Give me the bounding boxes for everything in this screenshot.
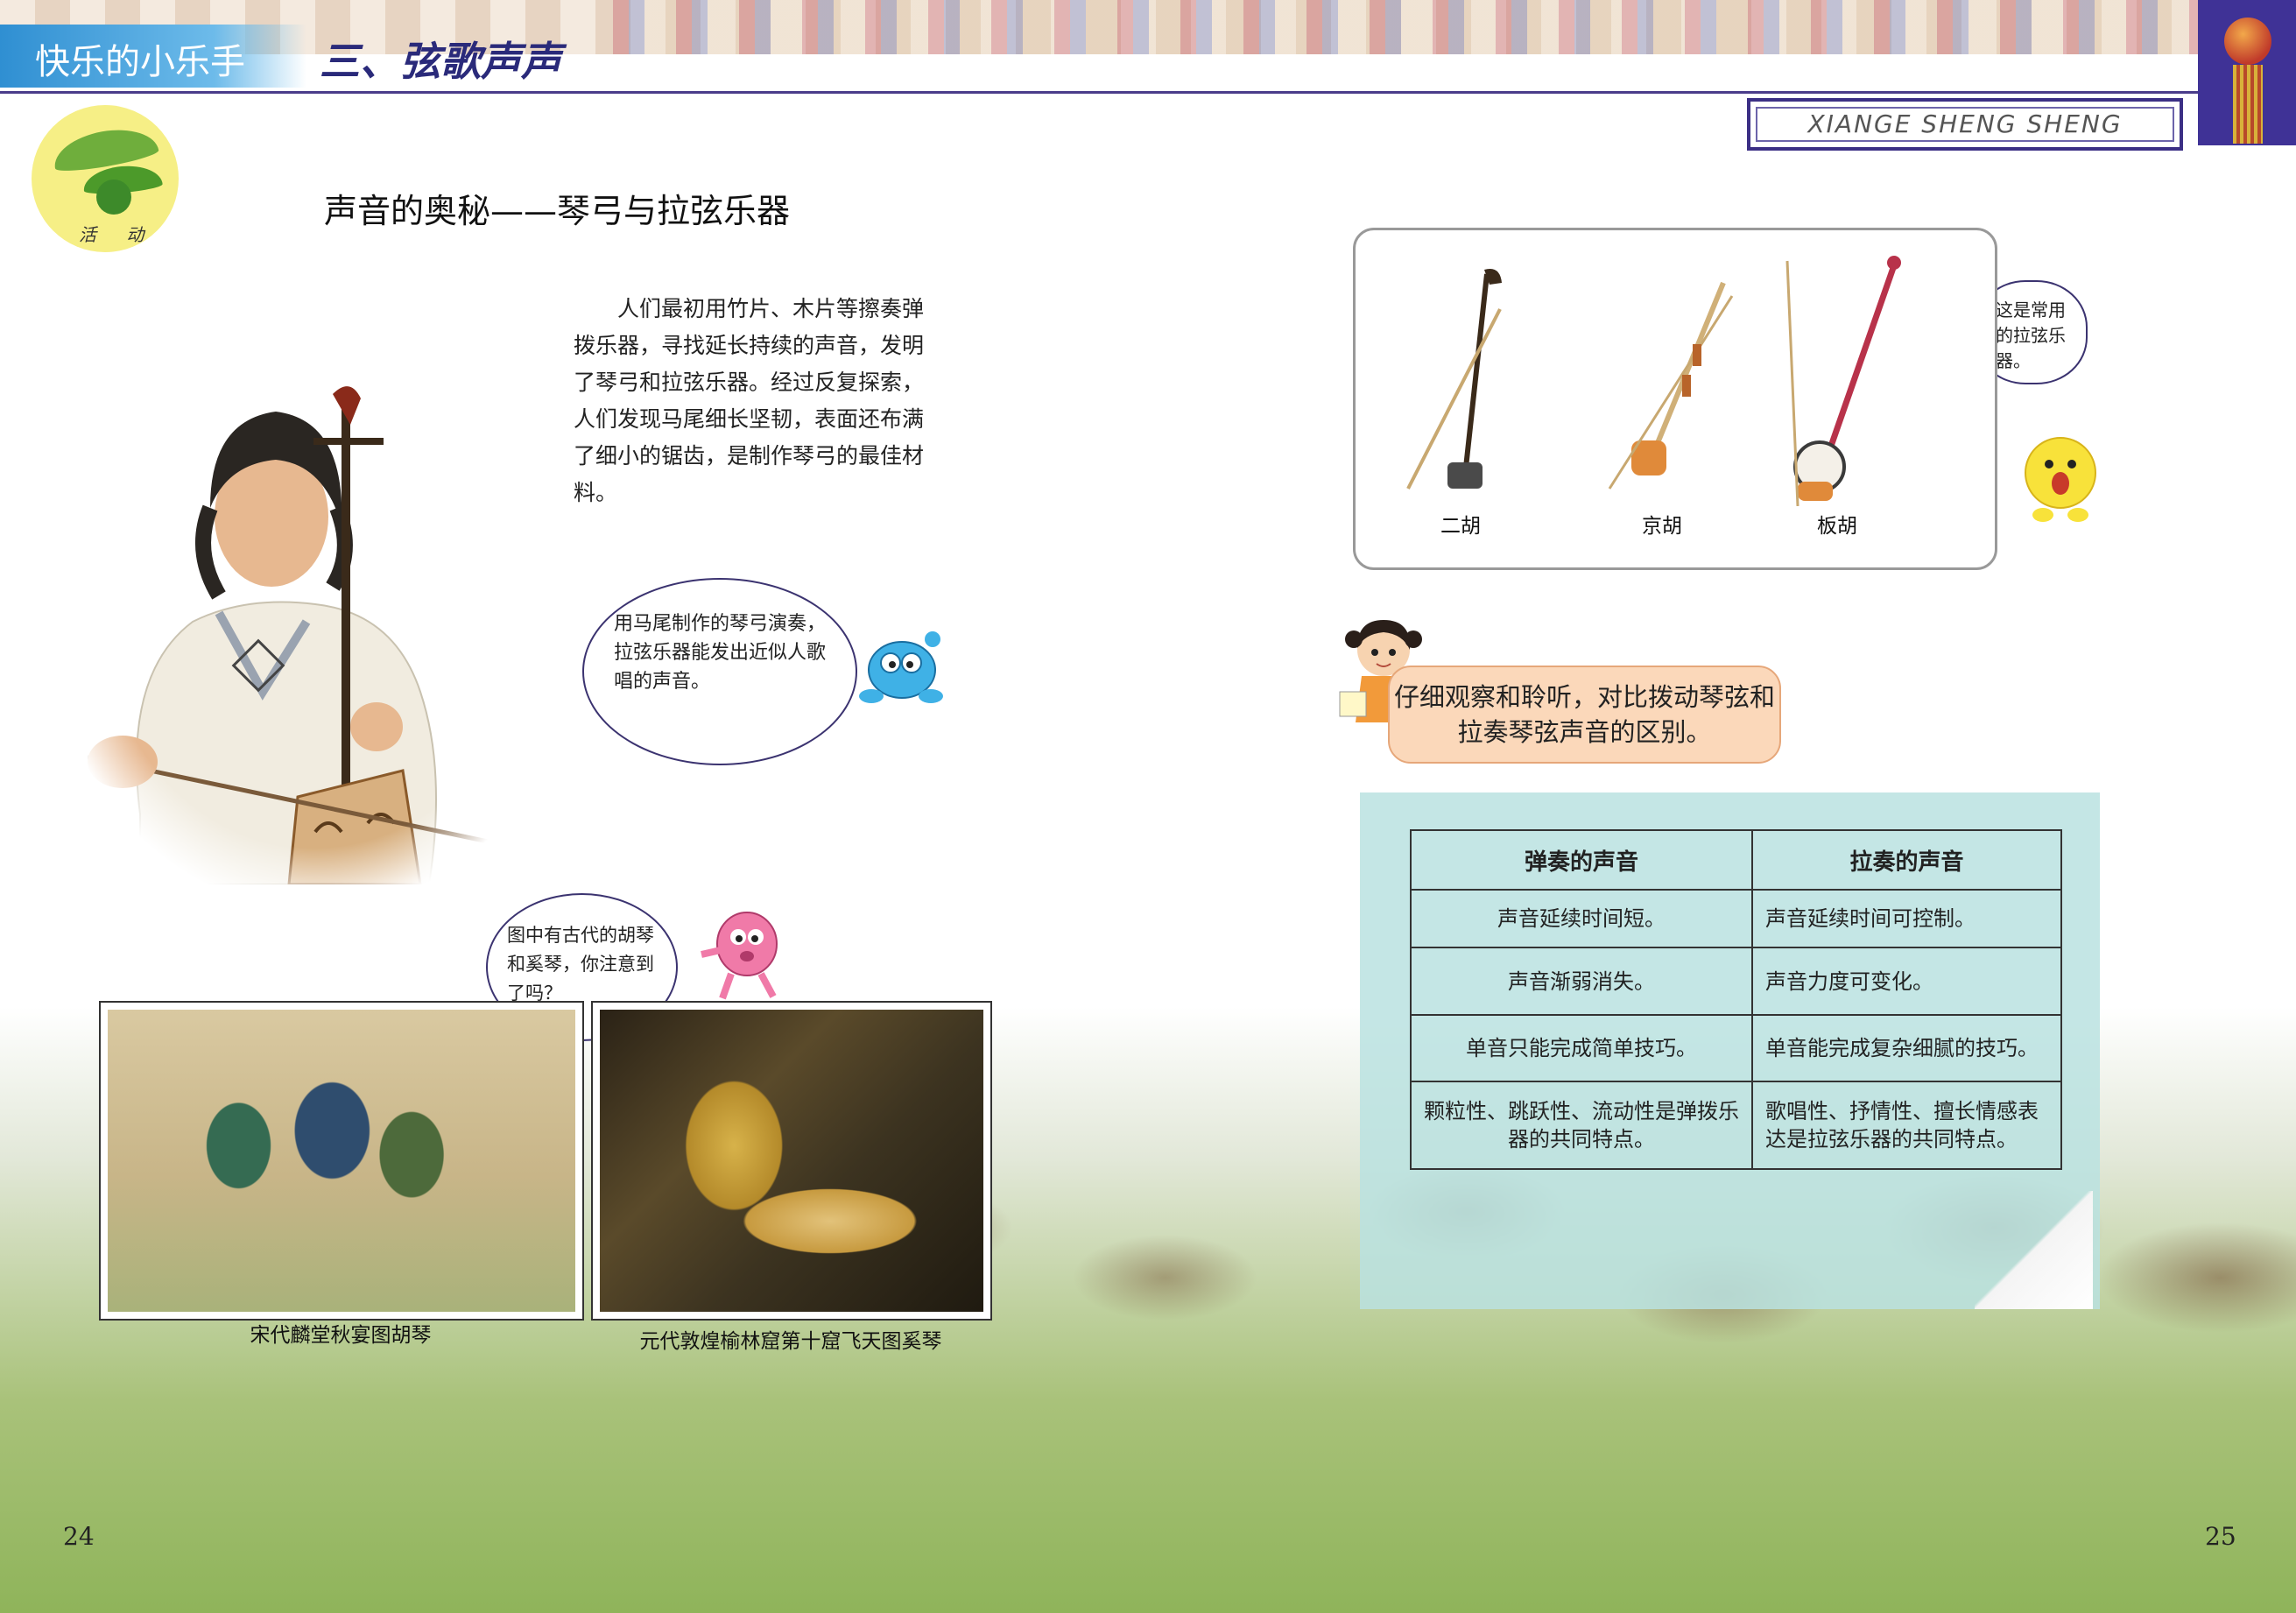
table-row: 声音延续时间短。 声音延续时间可控制。 (1410, 889, 2062, 948)
task-prompt-box: 仔细观察和聆听，对比拨动琴弦和拉奏琴弦声音的区别。 (1388, 666, 1781, 764)
table-header-plucked: 弹奏的声音 (1410, 829, 1753, 891)
pink-mascot-icon (701, 912, 778, 1000)
speech-bubble-text: 这是常用的拉弦乐器。 (1996, 299, 2066, 371)
speech-bubble-horsehair: 用马尾制作的琴弓演奏，拉弦乐器能发出近似人歌唱的声音。 (582, 578, 857, 765)
blue-mascot-icon (859, 631, 943, 703)
table-cell: 单音只能完成简单技巧。 (1410, 1014, 1753, 1082)
section-title: 声音的奥秘——琴弓与拉弦乐器 (324, 192, 791, 230)
header-rule (0, 91, 2198, 94)
page-curl-corner (1975, 1191, 2093, 1309)
table-row: 颗粒性、跳跃性、流动性是弹拨乐器的共同特点。 歌唱性、抒情性、擅长情感表达是拉弦… (1410, 1081, 2062, 1170)
painting-dunhuang-mural-image (600, 1010, 983, 1312)
yellow-mascot-icon (2025, 437, 2096, 522)
table-cell: 颗粒性、跳跃性、流动性是弹拨乐器的共同特点。 (1410, 1081, 1753, 1170)
speech-bubble-text: 用马尾制作的琴弓演奏，拉弦乐器能发出近似人歌唱的声音。 (614, 613, 827, 693)
table-row: 声音渐弱消失。 声音力度可变化。 (1410, 947, 2062, 1016)
banhu-image (1785, 256, 1901, 506)
task-prompt-text: 仔细观察和聆听，对比拨动琴弦和拉奏琴弦声音的区别。 (1393, 682, 1775, 747)
table-row: 单音只能完成简单技巧。 单音能完成复杂细腻的技巧。 (1410, 1014, 2062, 1082)
table-cell: 声音渐弱消失。 (1410, 947, 1753, 1016)
musician-photo (88, 359, 543, 884)
painting-song-dynasty-image (108, 1010, 575, 1312)
table-header-bowed: 拉奏的声音 (1751, 829, 2062, 891)
painting-dunhuang-mural (591, 1001, 992, 1321)
pinyin-text: XIANGE SHENG SHENG (1756, 107, 2174, 142)
header-ornament (613, 0, 2198, 54)
table-cell: 声音延续时间短。 (1410, 889, 1753, 948)
page-number-right: 25 (2205, 1522, 2236, 1551)
painting-caption: 元代敦煌榆林窟第十窟飞天图奚琴 (639, 1330, 942, 1353)
table-cell: 歌唱性、抒情性、擅长情感表达是拉弦乐器的共同特点。 (1751, 1081, 2062, 1170)
table-cell: 单音能完成复杂细腻的技巧。 (1751, 1014, 2062, 1082)
series-tab-label: 快乐的小乐手 (35, 42, 245, 82)
table-cell: 声音力度可变化。 (1751, 947, 2062, 1016)
comparison-table: 弹奏的声音 拉奏的声音 声音延续时间短。 声音延续时间可控制。 声音渐弱消失。 … (1410, 829, 2062, 1170)
instrument-label-erhu: 二胡 (1440, 515, 1481, 538)
speech-bubble-text: 图中有古代的胡琴和奚琴，你注意到了吗？ (507, 925, 654, 1004)
instrument-panel: 二胡 京胡 板胡 (1353, 228, 1997, 570)
instrument-label-banhu: 板胡 (1817, 515, 1857, 538)
table-cell: 声音延续时间可控制。 (1751, 889, 2062, 948)
page-number-left: 24 (63, 1522, 95, 1551)
pendant-tassel-icon (2233, 65, 2263, 144)
painting-song-dynasty (99, 1001, 584, 1321)
activity-label: 活 动 (79, 224, 157, 245)
intro-paragraph: 人们最初用竹片、木片等擦奏弹拨乐器，寻找延长持续的声音，发明了琴弓和拉弦乐器。经… (574, 296, 925, 505)
unit-title: 三、弦歌声声 (320, 38, 561, 85)
pendant-ornament-icon (2224, 18, 2271, 65)
painting-caption: 宋代麟堂秋宴图胡琴 (250, 1324, 432, 1347)
instrument-label-jinghu: 京胡 (1642, 515, 1682, 538)
jinghu-image (1608, 281, 1734, 490)
pinyin-box: XIANGE SHENG SHENG (1747, 98, 2183, 151)
activity-note-icon (96, 180, 131, 215)
erhu-image (1406, 269, 1502, 490)
table-header-row: 弹奏的声音 拉奏的声音 (1410, 829, 2062, 891)
